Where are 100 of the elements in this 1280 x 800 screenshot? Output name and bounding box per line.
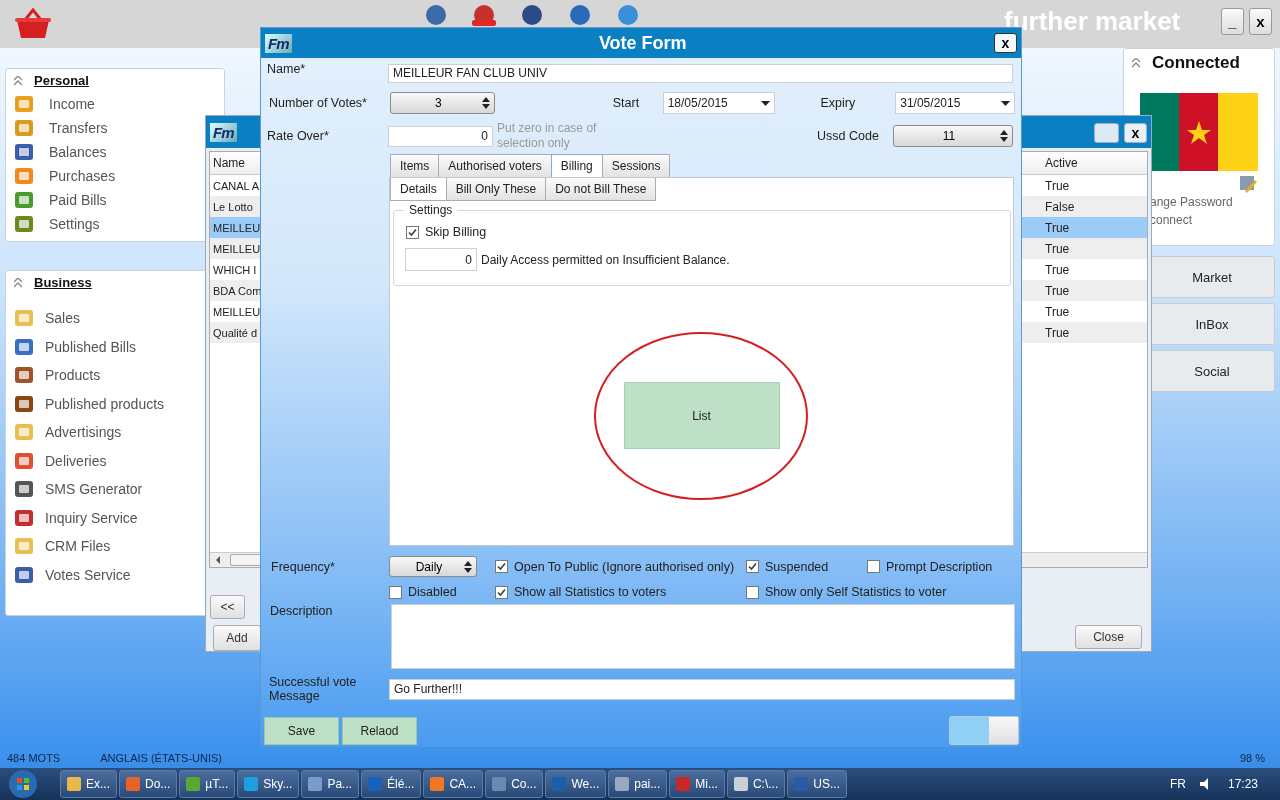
taskbar-button[interactable]: Sky... (237, 770, 300, 798)
ussd-spinner[interactable]: 11 (893, 125, 1013, 147)
checkbox-label[interactable]: Show only Self Statistics to voter (765, 585, 947, 599)
daily-access-field[interactable]: 0 (405, 248, 477, 271)
tab[interactable]: Authorised voters (438, 154, 552, 177)
checkbox[interactable] (406, 225, 419, 239)
checkbox[interactable] (389, 585, 402, 599)
votes-spinner[interactable]: 3 (390, 92, 495, 114)
close-button[interactable]: x (1249, 8, 1272, 35)
account-link[interactable]: ange Password (1150, 193, 1274, 211)
menu-item[interactable]: Advertisings (45, 424, 122, 441)
menu-item[interactable]: Settings (49, 216, 100, 232)
language-indicator[interactable]: FR (1169, 777, 1186, 791)
taskbar-button[interactable]: Élé... (361, 770, 422, 798)
menu-item[interactable]: Balances (49, 144, 107, 160)
account-link[interactable]: connect (1150, 211, 1274, 229)
menu-item[interactable]: Published Bills (45, 338, 137, 355)
start-button[interactable] (8, 769, 38, 799)
taskbar-button[interactable]: C:\... (726, 770, 786, 798)
menu-item[interactable]: Inquiry Service (45, 509, 138, 526)
tab[interactable]: Details (390, 178, 447, 201)
scroll-left-icon[interactable] (214, 556, 222, 564)
menu-item[interactable]: Products (45, 367, 101, 384)
menu-item[interactable]: Transfers (49, 120, 108, 136)
checkbox[interactable] (867, 560, 880, 573)
taskbar-button[interactable]: Pa... (301, 770, 360, 798)
menu-icon (13, 536, 35, 557)
taskbar-button[interactable]: pai... (608, 770, 668, 798)
tab[interactable]: Do not Bill These (545, 178, 657, 201)
rate-field[interactable]: 0 (388, 125, 493, 147)
taskbar-button[interactable]: Mi... (669, 770, 725, 798)
panel-title[interactable]: Personal (34, 73, 89, 88)
collapse-icon[interactable] (1132, 58, 1140, 68)
minimize-button[interactable]: _ (1221, 8, 1244, 35)
list-button[interactable]: List (623, 382, 780, 449)
dropdown-caret-icon (1001, 100, 1010, 106)
menu-item[interactable]: CRM Files (45, 538, 111, 555)
edit-icon[interactable] (1239, 175, 1257, 193)
taskbar-button[interactable]: Do... (119, 770, 178, 798)
close-button[interactable]: x (1124, 123, 1147, 143)
nav-button[interactable]: InBox (1149, 303, 1275, 345)
menu-icon (13, 450, 35, 471)
toggle-switch[interactable] (949, 716, 1019, 745)
taskbar-button[interactable]: Co... (485, 770, 544, 798)
message-field[interactable]: Go Further!!! (389, 678, 1015, 700)
spinner-arrows-icon (481, 97, 490, 109)
table-cell-text: True (1044, 304, 1071, 319)
checkbox-label[interactable]: Suspended (765, 559, 829, 574)
form-button[interactable]: Relaod (342, 716, 417, 745)
tab[interactable]: Billing (550, 154, 603, 177)
checkbox-label[interactable]: Open To Public (Ignore authorised only) (514, 559, 735, 574)
checkbox-label[interactable]: Show all Statistics to voters (514, 585, 667, 599)
nav-button[interactable]: Social (1149, 350, 1275, 392)
frequency-spinner[interactable]: Daily (389, 556, 477, 577)
checkbox-label[interactable]: Skip Billing (425, 225, 487, 239)
add-button[interactable]: Add (213, 625, 261, 651)
taskbar-button[interactable]: µT... (179, 770, 236, 798)
field-label: Rate Over* (267, 129, 330, 143)
menu-item[interactable]: Published products (45, 395, 165, 412)
maximize-button[interactable] (1094, 123, 1119, 143)
name-field[interactable]: MEILLEUR FAN CLUB UNIV (388, 63, 1013, 83)
taskbar-button[interactable]: CA... (423, 770, 484, 798)
checkbox[interactable] (746, 560, 759, 573)
checkbox[interactable] (495, 585, 508, 599)
table-cell-text: Le Lotto (212, 200, 253, 213)
nav-button[interactable]: Market (1149, 256, 1275, 298)
menu-item[interactable]: Purchases (49, 168, 116, 184)
panel-title[interactable]: Business (34, 275, 92, 290)
menu-item[interactable]: Deliveries (45, 452, 107, 469)
taskbar-button[interactable]: US... (787, 770, 847, 798)
menu-item[interactable]: SMS Generator (45, 481, 143, 498)
menu-item[interactable]: Sales (45, 310, 81, 327)
previous-button[interactable]: << (210, 595, 245, 619)
collapse-icon[interactable] (14, 75, 22, 86)
form-button[interactable]: Save (264, 716, 339, 745)
start-date-picker[interactable]: 18/05/2015 (662, 92, 776, 114)
expiry-date-picker[interactable]: 31/05/2015 (895, 92, 1015, 114)
taskbar-button[interactable]: Ex... (60, 770, 117, 798)
collapse-icon[interactable] (14, 277, 22, 288)
tab[interactable]: Bill Only These (445, 178, 547, 201)
checkbox[interactable] (746, 585, 759, 599)
menu-item[interactable]: Votes Service (45, 566, 131, 583)
window-title: Vote Form (597, 32, 688, 54)
tab[interactable]: Items (390, 154, 440, 177)
spinner-arrows-icon (464, 560, 472, 573)
column-header[interactable]: Active (1042, 156, 1142, 170)
clock[interactable]: 17:23 (1227, 777, 1258, 791)
taskbar-button[interactable]: We... (545, 770, 607, 798)
close-button[interactable]: Close (1075, 625, 1142, 649)
scroll-thumb[interactable] (230, 554, 262, 566)
close-button[interactable]: x (994, 33, 1017, 53)
tab[interactable]: Sessions (601, 154, 671, 177)
description-field[interactable] (391, 604, 1015, 669)
menu-item[interactable]: Income (49, 96, 95, 112)
status-text: 484 MOTS (7, 752, 61, 764)
checkbox[interactable] (495, 560, 508, 573)
menu-icon (13, 190, 35, 210)
menu-item[interactable]: Paid Bills (49, 192, 107, 208)
checkbox-label[interactable]: Prompt Description (886, 559, 993, 574)
checkbox-label[interactable]: Disabled (408, 585, 457, 599)
